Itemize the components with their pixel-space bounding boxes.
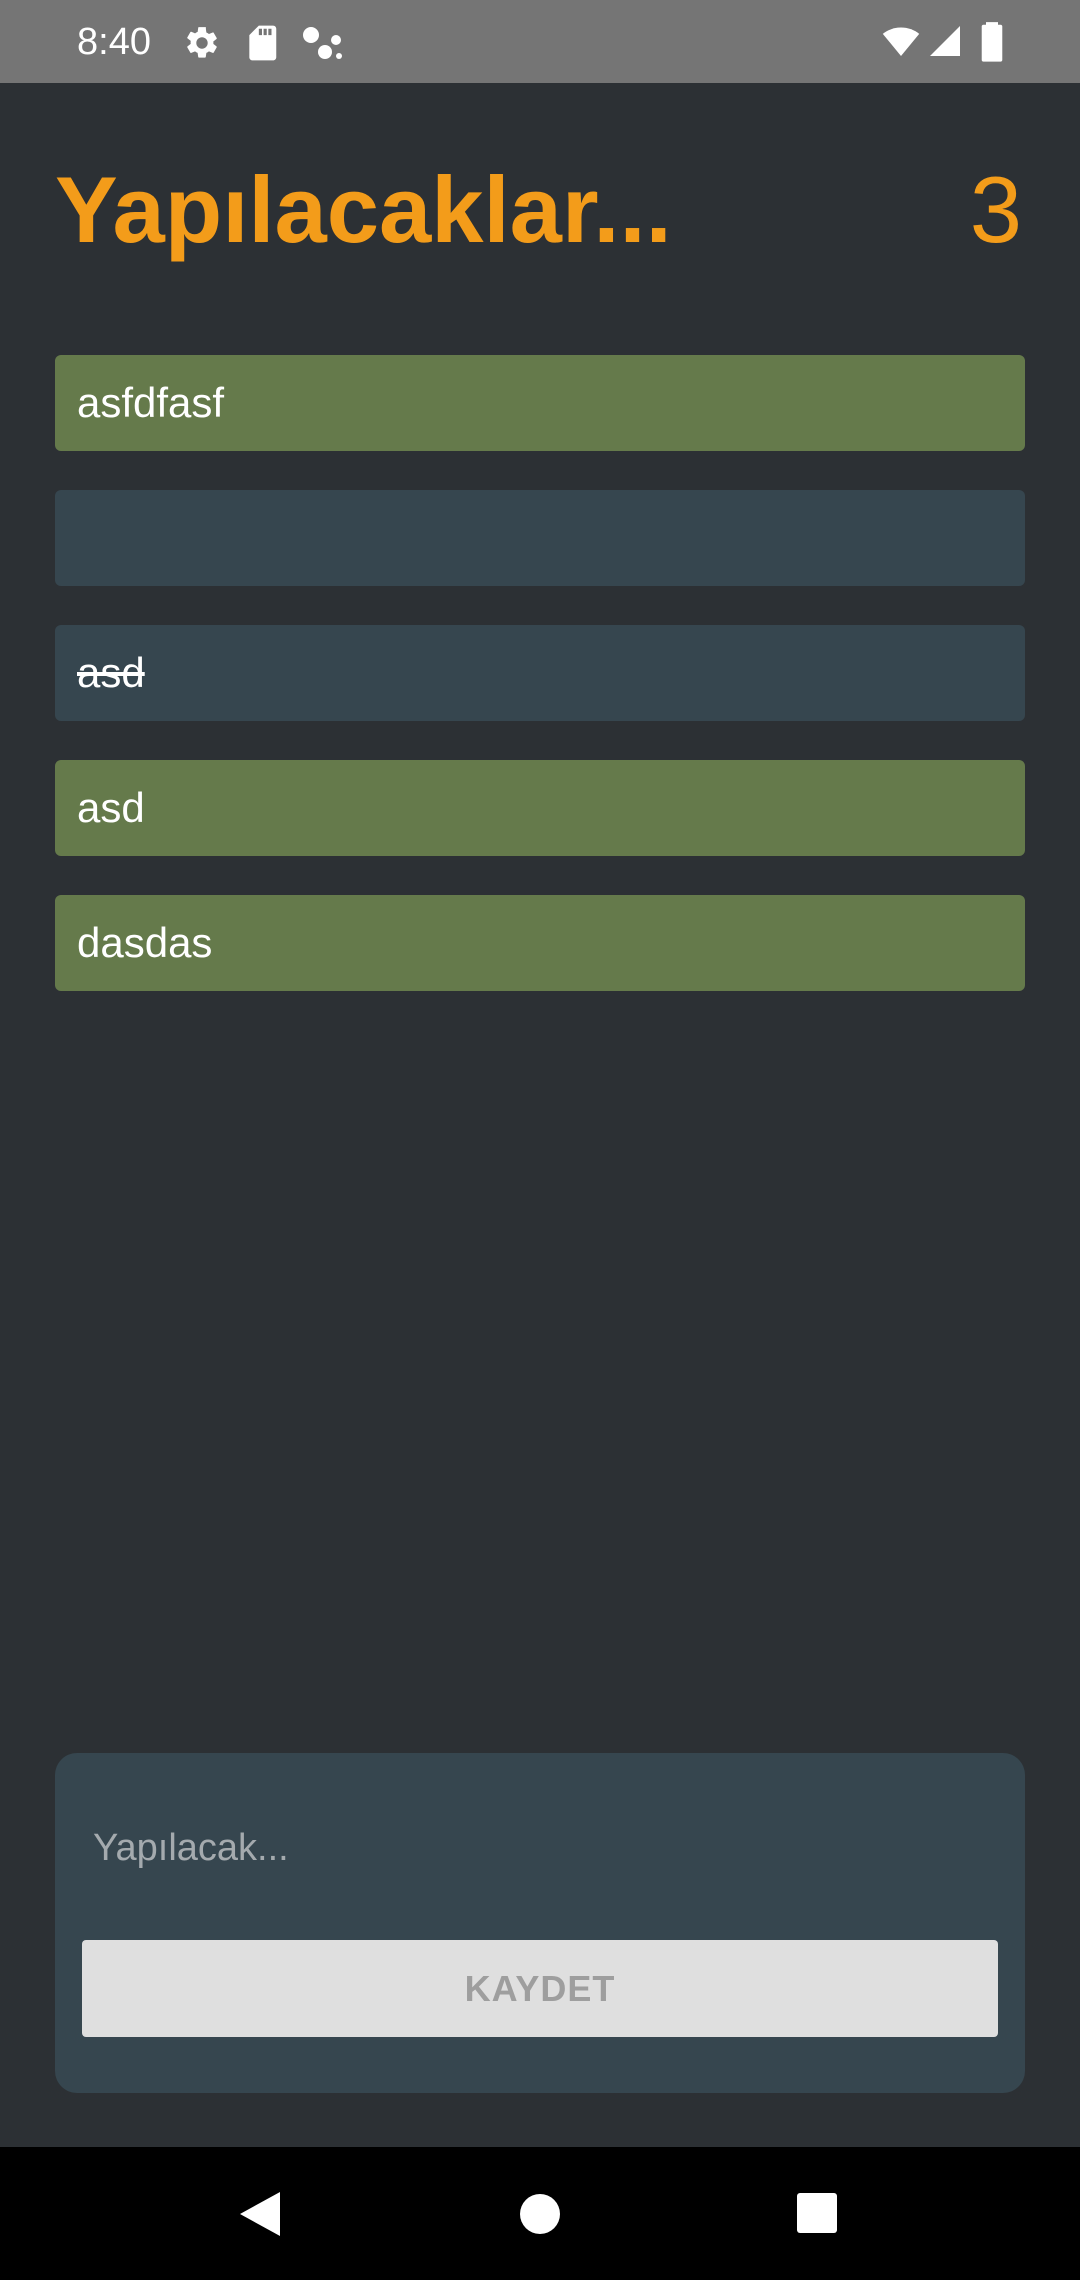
back-icon[interactable]: [236, 2190, 282, 2238]
navigation-bar: [0, 2147, 1080, 2280]
wifi-icon: [882, 27, 920, 57]
task-item[interactable]: asd: [55, 760, 1025, 856]
task-item[interactable]: asfdfasf: [55, 355, 1025, 451]
new-task-panel: KAYDET: [55, 1753, 1025, 2093]
save-button[interactable]: KAYDET: [82, 1940, 998, 2037]
sd-card-icon: [249, 25, 277, 61]
status-time: 8:40: [77, 21, 151, 63]
task-text: asfdfasf: [77, 379, 225, 426]
task-item[interactable]: asd: [55, 625, 1025, 721]
task-item[interactable]: dasdas: [55, 895, 1025, 991]
task-text: asd: [77, 784, 145, 831]
gear-icon: [187, 27, 217, 58]
task-item[interactable]: [55, 490, 1025, 586]
page-title: Yapılacaklar...: [55, 157, 672, 262]
task-text: asd: [77, 649, 145, 696]
todo-screen: Yapılacaklar... 3 asfdfasf asd asd dasda…: [0, 83, 1080, 2147]
recents-icon[interactable]: [797, 2193, 837, 2233]
assistant-dots-icon: [303, 27, 342, 59]
battery-icon: [981, 22, 1003, 62]
pending-count: 3: [969, 157, 1022, 262]
cell-signal-icon: [930, 26, 960, 56]
home-icon[interactable]: [519, 2193, 561, 2235]
new-task-input[interactable]: [82, 1803, 998, 1893]
status-bar: 8:40: [0, 0, 1080, 83]
task-text: dasdas: [77, 919, 213, 966]
task-list: asfdfasf asd asd dasdas: [55, 355, 1025, 1030]
